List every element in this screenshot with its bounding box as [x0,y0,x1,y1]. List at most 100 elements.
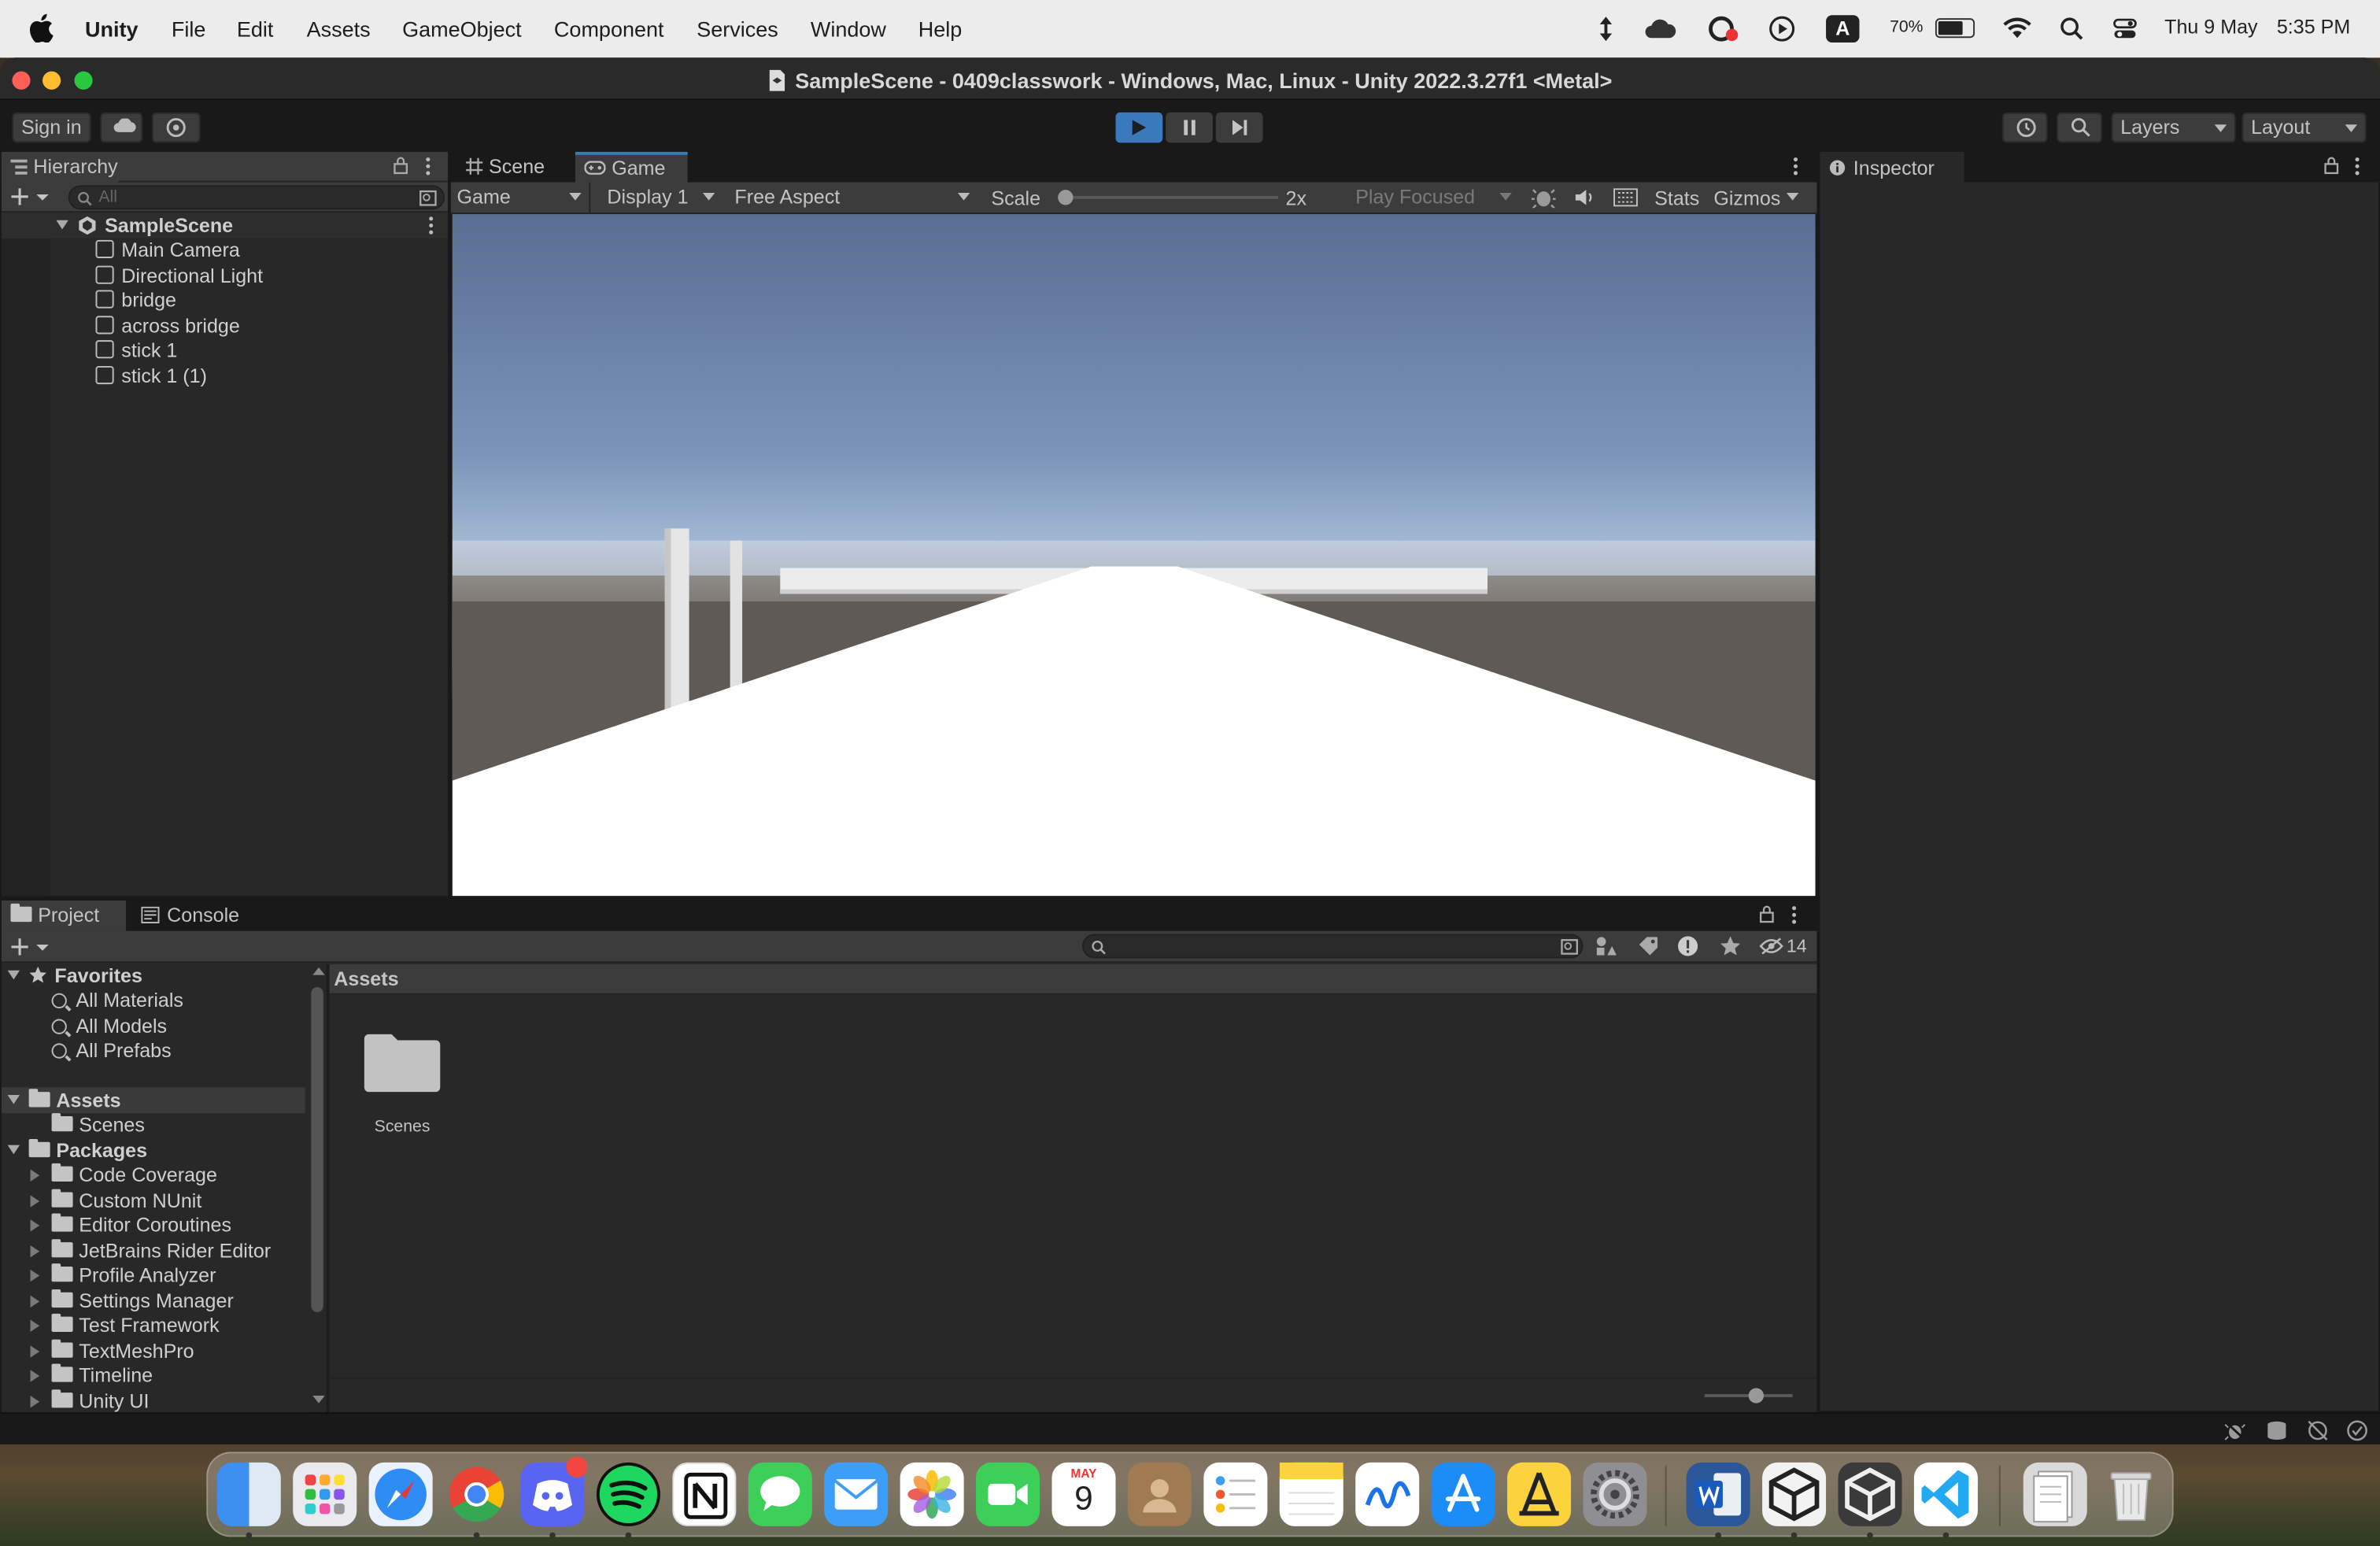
apple-icon[interactable] [29,13,54,43]
more-options-icon[interactable] [1791,905,1798,925]
favorites-header[interactable]: Favorites [7,964,142,989]
wifi-icon[interactable] [2002,17,2033,39]
scroll-up-icon[interactable] [312,967,325,975]
game-view-render[interactable] [452,214,1816,897]
gizmos-button[interactable]: Gizmos [1713,187,1780,209]
project-search-input[interactable] [1082,934,1584,959]
scale-slider-thumb[interactable] [1058,190,1074,205]
frame-debugger-icon[interactable] [1531,187,1556,209]
favorite-star-icon[interactable] [1720,935,1741,956]
play-focus-dropdown[interactable]: Play Focused [1349,183,1519,213]
calendar-icon[interactable]: MAY 9 [1051,1462,1116,1526]
finder-icon[interactable] [216,1462,281,1526]
favorite-item[interactable]: All Materials [51,989,183,1013]
filter-by-label-icon[interactable] [1638,935,1659,956]
menu-services[interactable]: Services [697,17,778,41]
expand-arrow-icon[interactable] [7,970,20,980]
scrollbar-thumb[interactable] [311,987,323,1312]
asset-grid-item[interactable]: Scenes [345,1023,460,1145]
status-check-icon[interactable] [2347,1420,2368,1441]
tab-project[interactable]: Project [1,901,127,931]
create-plus-icon[interactable] [10,187,50,206]
filter-by-type-icon[interactable] [1595,935,1617,956]
tab-scene[interactable]: Scene [456,152,572,183]
expand-arrow-icon[interactable] [7,1145,20,1155]
lock-icon[interactable] [1759,905,1774,923]
contacts-icon[interactable] [1127,1462,1192,1526]
hierarchy-search-input[interactable]: All [68,185,445,210]
expand-arrow-icon[interactable] [30,1245,40,1258]
cloud-services-button[interactable] [100,112,143,143]
app-store-icon[interactable] [1431,1462,1495,1526]
menu-assets[interactable]: Assets [307,17,371,41]
more-options-icon[interactable] [2354,157,2360,176]
menu-help[interactable]: Help [918,17,963,41]
word-icon[interactable] [1686,1462,1750,1526]
breadcrumb[interactable]: Assets [334,967,398,990]
packages-header[interactable]: Packages [7,1138,147,1163]
expand-arrow-icon[interactable] [30,1345,40,1358]
notion-icon[interactable] [672,1462,737,1526]
aspect-dropdown[interactable]: Free Aspect [729,183,978,213]
package-item[interactable]: Test Framework [30,1313,220,1338]
layers-dropdown[interactable]: Layers [2111,112,2236,143]
cache-server-icon[interactable] [2266,1420,2287,1441]
mail-icon[interactable] [824,1462,889,1526]
package-item[interactable]: Code Coverage [30,1163,217,1188]
discord-icon[interactable] [520,1456,588,1526]
hierarchy-item[interactable]: bridge [95,289,176,313]
hidden-packages-icon[interactable] [1759,937,1783,955]
tab-console[interactable]: Console [132,901,248,931]
auto-generate-lighting-icon[interactable] [2307,1420,2328,1441]
menu-app-name[interactable]: Unity [85,17,138,41]
expand-arrow-icon[interactable] [30,1195,40,1208]
cloud-icon[interactable] [1644,18,1677,39]
display-dropdown[interactable]: Display 1 [601,183,722,213]
package-item[interactable]: TextMeshPro [30,1339,194,1364]
search-button[interactable] [2057,112,2103,143]
menu-component[interactable]: Component [554,17,664,41]
spotlight-search-icon[interactable] [2060,17,2084,41]
asset-folder-item[interactable]: Scenes [51,1113,145,1137]
reminders-icon[interactable] [1203,1462,1268,1526]
expand-arrow-icon[interactable] [30,1395,40,1408]
scene-options-icon[interactable] [428,216,434,235]
more-options-icon[interactable] [1793,157,1799,176]
more-options-icon[interactable] [425,157,431,176]
package-item[interactable]: Profile Analyzer [30,1263,216,1288]
vscode-icon[interactable] [1913,1462,1978,1526]
lock-icon[interactable] [393,157,408,175]
expand-arrow-icon[interactable] [30,1219,40,1232]
menu-file[interactable]: File [172,17,206,41]
expand-arrow-icon[interactable] [7,1095,20,1104]
gizmos-chevron-down-icon[interactable] [1786,193,1799,201]
view-mode-dropdown[interactable]: Game [451,182,591,213]
expand-arrow-icon[interactable] [30,1269,40,1282]
scale-slider-track[interactable] [1058,190,1278,205]
package-item[interactable]: Settings Manager [30,1289,234,1314]
window-title-bar[interactable]: SampleScene - 0409classwork - Windows, M… [0,57,2380,101]
menu-gameobject[interactable]: GameObject [402,17,522,41]
hierarchy-item[interactable]: Directional Light [95,264,263,289]
scene-root-item[interactable]: SampleScene [56,214,233,239]
tab-game[interactable]: Game [575,151,688,183]
debug-mode-icon[interactable] [2223,1420,2246,1441]
package-item[interactable]: Unity UI [30,1389,150,1414]
menu-edit[interactable]: Edit [237,17,274,41]
battery-icon[interactable] [1935,18,1975,39]
hierarchy-item[interactable]: stick 1 [95,338,177,363]
search-by-type-icon[interactable] [419,190,437,206]
scene-header-row[interactable]: SampleScene [1,213,448,239]
unity-hub-icon[interactable] [1762,1462,1827,1526]
photos-icon[interactable] [900,1462,964,1526]
expand-arrow-icon[interactable] [30,1319,40,1332]
menu-window[interactable]: Window [811,17,886,41]
undo-history-button[interactable] [2001,112,2048,143]
pause-button[interactable] [1166,112,1213,143]
layout-dropdown[interactable]: Layout [2241,112,2367,143]
audio-speaker-icon[interactable] [1574,187,1595,208]
collab-button[interactable] [151,112,201,143]
system-settings-icon[interactable] [1583,1462,1647,1526]
hierarchy-item[interactable]: stick 1 (1) [95,364,207,389]
filter-by-log-type-icon[interactable] [1677,935,1698,956]
